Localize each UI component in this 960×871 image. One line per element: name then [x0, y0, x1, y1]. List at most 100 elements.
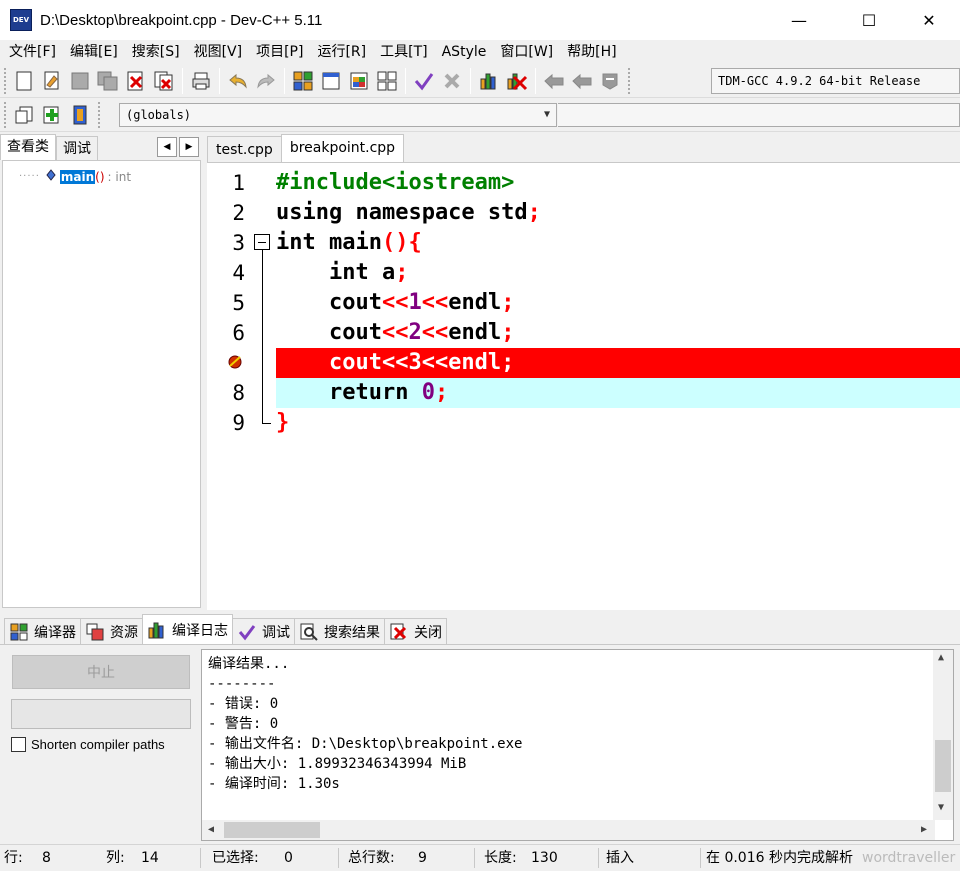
- tab-debug[interactable]: 调试: [56, 136, 98, 160]
- menu-astyle[interactable]: AStyle: [435, 40, 494, 64]
- total-lines-label: 总行数:: [348, 850, 395, 866]
- compiler-select[interactable]: TDM-GCC 4.9.2 64-bit Release: [711, 68, 960, 94]
- syntax-check-icon[interactable]: [412, 69, 436, 93]
- code-token: (){: [381, 230, 422, 255]
- scroll-right-icon[interactable]: ▶: [921, 824, 927, 835]
- print-icon[interactable]: [189, 69, 213, 93]
- menu-tools[interactable]: 工具[T]: [373, 40, 434, 64]
- search-icon: [299, 622, 319, 642]
- close-all-icon[interactable]: [152, 69, 176, 93]
- tab-test-cpp[interactable]: test.cpp: [207, 136, 282, 162]
- line-number: [207, 348, 245, 378]
- code-token: int a: [276, 260, 396, 285]
- tab-classes[interactable]: 查看类: [0, 134, 56, 160]
- code-line[interactable]: #include<iostream>: [276, 168, 960, 198]
- undo-icon[interactable]: [226, 69, 250, 93]
- shorten-paths-option[interactable]: Shorten compiler paths: [11, 737, 165, 752]
- compile-run-icon[interactable]: [347, 69, 371, 93]
- code-line[interactable]: return 0;: [276, 378, 960, 408]
- toolbar-separator: [284, 67, 285, 94]
- new-project-icon[interactable]: [12, 103, 36, 127]
- code-line[interactable]: cout<<2<<endl;: [276, 318, 960, 348]
- tab-next-icon[interactable]: ▶: [179, 137, 199, 157]
- rebuild-icon[interactable]: [375, 69, 399, 93]
- code-token: endl: [448, 290, 502, 315]
- status-divider: [338, 848, 339, 868]
- save-all-icon[interactable]: [96, 69, 120, 93]
- compile-log-output[interactable]: 编译结果... -------- - 错误: 0 - 警告: 0 - 输出文件名: D:…: [201, 649, 954, 841]
- run-icon[interactable]: [319, 69, 343, 93]
- menu-run[interactable]: 运行[R]: [310, 40, 373, 64]
- compile-icon[interactable]: [291, 69, 315, 93]
- log-line: 编译结果...: [208, 656, 290, 672]
- minimize-button[interactable]: —: [776, 0, 822, 40]
- tab-search-results-label: 搜索结果: [324, 624, 380, 641]
- tab-search-results[interactable]: 搜索结果: [294, 618, 385, 644]
- toggle-comment-icon[interactable]: [598, 69, 622, 93]
- horizontal-scrollbar[interactable]: ◀ ▶: [202, 820, 935, 840]
- tab-close[interactable]: 关闭: [384, 618, 447, 644]
- code-line[interactable]: }: [276, 408, 960, 438]
- code-line[interactable]: using namespace std;: [276, 198, 960, 228]
- add-to-project-icon[interactable]: [40, 103, 64, 127]
- menu-help[interactable]: 帮助[H]: [560, 40, 623, 64]
- shorten-paths-checkbox[interactable]: [11, 737, 26, 752]
- fold-collapse-icon[interactable]: [254, 234, 270, 250]
- col-value: 14: [141, 850, 159, 866]
- stop-button[interactable]: 中止: [12, 655, 190, 689]
- compile-progress-bar: [11, 699, 191, 729]
- tree-item-main[interactable]: ····· main(): int: [19, 169, 131, 184]
- tab-compiler[interactable]: 编译器: [4, 618, 81, 644]
- tab-resources[interactable]: 资源: [80, 618, 143, 644]
- menu-edit[interactable]: 编辑[E]: [63, 40, 125, 64]
- parse-status: 在 0.016 秒内完成解析: [706, 850, 853, 866]
- clean-icon[interactable]: [440, 69, 464, 93]
- close-file-icon[interactable]: [124, 69, 148, 93]
- menu-view[interactable]: 视图[V]: [187, 40, 250, 64]
- menu-window[interactable]: 窗口[W]: [493, 40, 560, 64]
- menu-search[interactable]: 搜索[S]: [125, 40, 187, 64]
- tab-compile-log[interactable]: 编译日志: [142, 614, 233, 644]
- unindent-icon[interactable]: [570, 69, 594, 93]
- scope-select[interactable]: (globals) ▼: [119, 103, 557, 127]
- status-divider: [598, 848, 599, 868]
- profile-icon[interactable]: [477, 69, 501, 93]
- code-token: ;: [395, 260, 409, 285]
- toolbar-grip: [4, 101, 8, 128]
- close-button[interactable]: ✕: [906, 0, 952, 40]
- log-line: - 编译时间: 1.30s: [208, 776, 340, 792]
- bottom-tabs: 编译器 资源 编译日志 调试 搜索结果 关闭: [0, 614, 960, 644]
- scrollbar-thumb[interactable]: [935, 740, 951, 792]
- code-editor[interactable]: 1 2 3 4 5 6 8 9 #include<iostream> using namespa…: [207, 162, 960, 610]
- maximize-button[interactable]: ☐: [846, 0, 892, 40]
- tab-close-label: 关闭: [414, 624, 442, 641]
- scrollbar-thumb[interactable]: [224, 822, 320, 838]
- scroll-up-icon[interactable]: ▲: [938, 652, 944, 663]
- scroll-left-icon[interactable]: ◀: [208, 824, 214, 835]
- code-token: 0: [421, 380, 435, 405]
- project-options-icon[interactable]: [68, 103, 92, 127]
- menu-file[interactable]: 文件[F]: [2, 40, 63, 64]
- save-icon[interactable]: [68, 69, 92, 93]
- tab-debug-output[interactable]: 调试: [232, 618, 295, 644]
- indent-icon[interactable]: [542, 69, 566, 93]
- selection-label: 已选择:: [212, 850, 259, 866]
- vertical-scrollbar[interactable]: ▲ ▼: [933, 650, 953, 820]
- scope-value: (globals): [126, 108, 192, 122]
- tab-prev-icon[interactable]: ◀: [157, 137, 177, 157]
- scroll-down-icon[interactable]: ▼: [938, 802, 944, 813]
- code-line[interactable]: int main(){: [276, 228, 960, 258]
- menu-project[interactable]: 项目[P]: [249, 40, 310, 64]
- code-line[interactable]: int a;: [276, 258, 960, 288]
- open-file-icon[interactable]: [40, 69, 64, 93]
- delete-profile-icon[interactable]: [505, 69, 529, 93]
- tab-breakpoint-cpp[interactable]: breakpoint.cpp: [280, 134, 405, 162]
- redo-icon[interactable]: [254, 69, 278, 93]
- line-gutter[interactable]: 1 2 3 4 5 6 8 9: [207, 163, 275, 610]
- code-line[interactable]: cout<<1<<endl;: [276, 288, 960, 318]
- line-number: 8: [232, 381, 245, 405]
- function-select[interactable]: [558, 103, 960, 127]
- breakpoint-code-line[interactable]: cout<<3<<endl;: [276, 348, 960, 378]
- new-file-icon[interactable]: [12, 69, 36, 93]
- shorten-paths-label: Shorten compiler paths: [31, 737, 165, 752]
